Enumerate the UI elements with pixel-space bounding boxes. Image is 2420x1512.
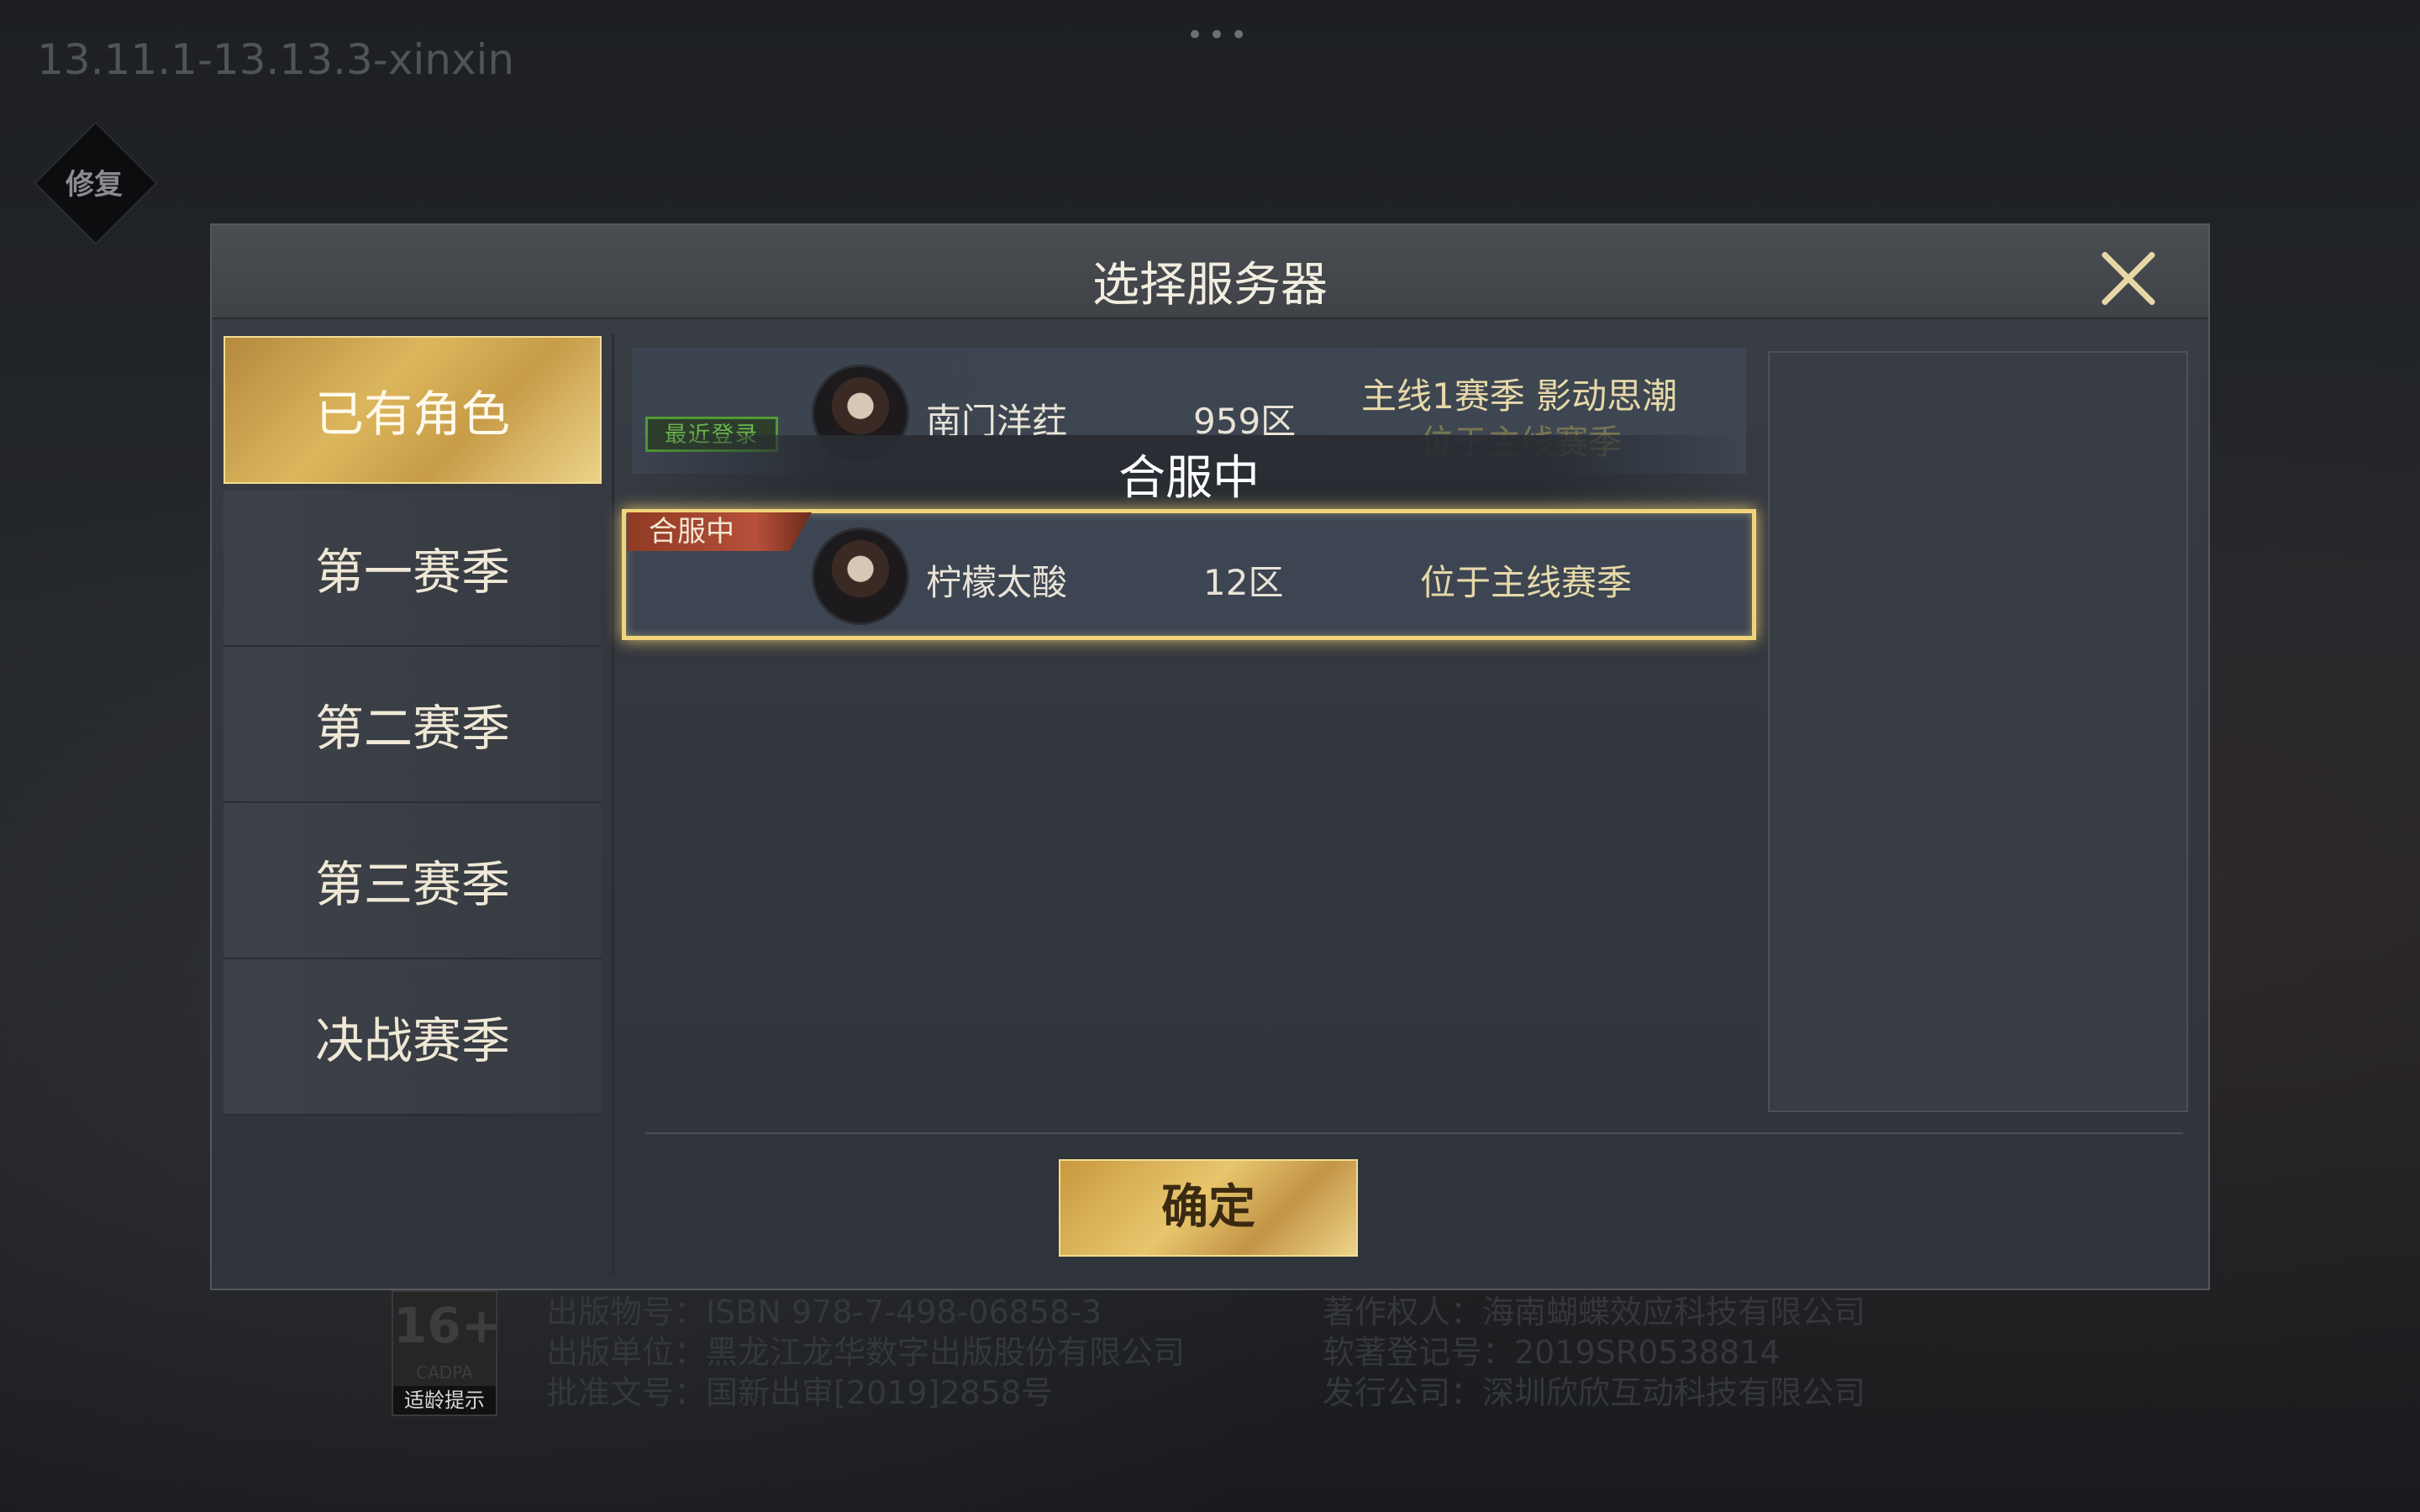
server-status: 位于主线赛季: [1420, 562, 1633, 603]
divider: [645, 1132, 2183, 1134]
age-rating-badge: 16+ CADPA 适龄提示: [392, 1290, 502, 1416]
tab-existing-roles[interactable]: 已有角色: [224, 336, 602, 484]
footer-line: 发行公司：深圳欣欣互动科技有限公司: [1323, 1374, 1866, 1411]
footer-line: 软著登记号：2019SR0538814: [1323, 1334, 1781, 1371]
tab-season-3[interactable]: 第三赛季: [224, 803, 602, 959]
server-zone: 12区: [1203, 562, 1284, 603]
merging-tag: 合服中: [627, 512, 812, 551]
age-org: CADPA: [416, 1362, 473, 1383]
tab-season-2[interactable]: 第二赛季: [224, 647, 602, 803]
version-label: 13.11.1-13.13.3-xinxin: [37, 35, 515, 84]
age-rating: 16+: [393, 1297, 502, 1354]
footer-line: 批准文号：国新出审[2019]2858号: [546, 1374, 1054, 1411]
role-name: 柠檬太酸: [926, 562, 1068, 603]
preview-panel: [1768, 351, 2188, 1112]
repair-button[interactable]: 修复: [52, 139, 136, 223]
dialog-title: 选择服务器: [1092, 258, 1328, 312]
footer-line: 出版单位：黑龙江龙华数字出版股份有限公司: [546, 1334, 1186, 1371]
season-tabs: 已有角色 第一赛季 第二赛季 第三赛季 决战赛季: [224, 336, 602, 1116]
footer-left-info: 出版物号：ISBN 978-7-498-06858-3 出版单位：黑龙江龙华数字…: [546, 1292, 1185, 1413]
close-icon[interactable]: [2099, 249, 2158, 307]
age-tip: 适龄提示: [393, 1386, 496, 1415]
footer-line: 著作权人：海南蝴蝶效应科技有限公司: [1323, 1294, 1866, 1331]
avatar: [812, 528, 909, 625]
tab-season-1[interactable]: 第一赛季: [224, 491, 602, 647]
divider: [612, 334, 614, 1275]
merge-overlay-label: 合服中: [1118, 451, 1260, 506]
confirm-button[interactable]: 确定: [1059, 1159, 1358, 1257]
tab-final-season[interactable]: 决战赛季: [224, 959, 602, 1116]
footer-line: 出版物号：ISBN 978-7-498-06858-3: [546, 1294, 1102, 1331]
dialog-header: 选择服务器: [212, 225, 2208, 319]
more-dots-icon: •••: [1186, 18, 1253, 52]
footer-right-info: 著作权人：海南蝴蝶效应科技有限公司 软著登记号：2019SR0538814 发行…: [1323, 1292, 1865, 1413]
server-status: 主线1赛季 影动思潮: [1361, 375, 1678, 417]
server-select-dialog: 选择服务器 已有角色 第一赛季 第二赛季 第三赛季 决战赛季 最近登录 南门洋荭…: [210, 223, 2210, 1290]
